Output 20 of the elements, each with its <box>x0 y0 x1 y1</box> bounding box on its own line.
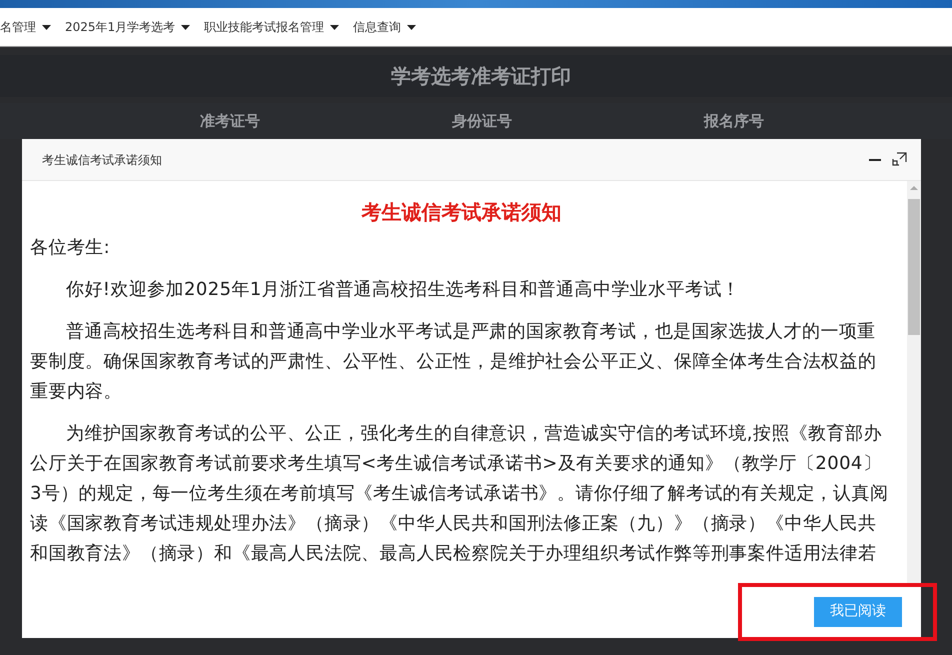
column-header: 准考证号 <box>199 110 261 132</box>
column-header: 身份证号 <box>451 110 513 132</box>
column-header: 报名序号 <box>702 110 765 132</box>
nav-menu-item[interactable]: 2025年1月学考选考 <box>65 18 190 36</box>
nav-menu-item[interactable]: 信息查询 <box>353 18 416 36</box>
paragraph: 普通高校招生选考科目和普通高中学业水平考试是严肃的国家教育考试，也是国家选拔人才的一项重要制度。确保国家教育考试的严肃性、公平性、公正性，是维护社会公平正义、保障全体考生合法权益的重要内容。 <box>30 320 878 404</box>
caret-icon <box>42 24 51 30</box>
maximize-icon[interactable] <box>892 152 907 167</box>
nav-menu-item[interactable]: 名管理 <box>0 18 51 36</box>
caret-icon <box>407 24 416 30</box>
paragraph: 为维护国家教育考试的公平、公正，强化考生的自律意识，营造诚实守信的考试环境,按照《教育部办公厅关于在国家教育考试前要求考生填写<考生诚信考试承诺书>及有关要求的通知》（教学厅〔2004〕3号）的规定，每一位考生须在考前填写《考生诚信考试承诺书》。请你仔细了解考试的有关规定，认真阅读《国家教育考试违规处理办法》（摘录）《中华人民共和国刑法修正案（九）》（摘录）《中华人民共和国教育法》（摘录）和《最高人民法院、最高人民检察院关于办理组织考试作弊等刑事案件适用法律若 <box>30 422 890 566</box>
notice-heading: 考生诚信考试承诺须知 <box>360 199 562 226</box>
nav-menu-item[interactable]: 职业技能考试报名管理 <box>204 18 340 36</box>
greeting: 各位考生: <box>30 236 112 260</box>
page-title: 学考选考准考证打印 <box>390 63 571 90</box>
caret-icon <box>181 24 190 30</box>
scroll-thumb[interactable] <box>908 199 920 335</box>
caret-icon <box>330 24 340 30</box>
paragraph: 你好!欢迎参加2025年1月浙江省普通高校招生选考科目和普通高中学业水平考试！ <box>65 278 742 302</box>
dialog-title: 考生诚信考试承诺须知 <box>42 152 163 168</box>
